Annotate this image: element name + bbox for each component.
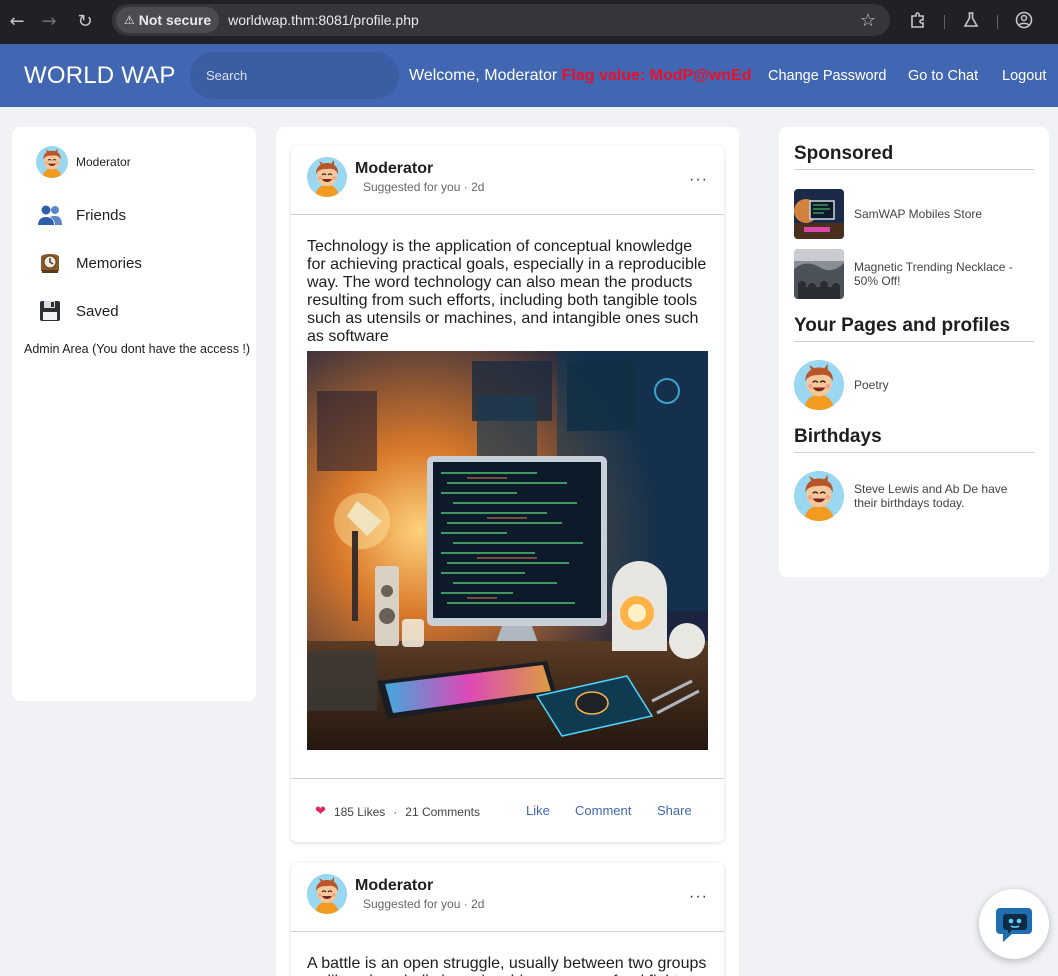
- comment-button[interactable]: Comment: [575, 803, 631, 818]
- welcome-message: Welcome, Moderator Flag value: ModP@wnEd: [409, 67, 752, 85]
- flag-value: Flag value: ModP@wnEd: [561, 67, 752, 84]
- post-card: Moderator Suggested for you · 2d ··· A b…: [291, 863, 724, 976]
- post-options-icon[interactable]: ···: [689, 171, 708, 189]
- friends-icon: [36, 201, 64, 229]
- logout-link[interactable]: Logout: [1002, 68, 1046, 84]
- divider: [794, 169, 1034, 170]
- post-subtitle: Suggested for you · 2d: [363, 897, 485, 911]
- divider: [794, 341, 1034, 342]
- post-image[interactable]: [307, 351, 708, 750]
- page-item[interactable]: Poetry: [794, 360, 1030, 410]
- birthdays-heading: Birthdays: [794, 426, 882, 447]
- floppy-disk-icon: [36, 297, 64, 325]
- post-subtitle: Suggested for you · 2d: [363, 180, 485, 194]
- sponsored-heading: Sponsored: [794, 143, 894, 164]
- sponsored-item[interactable]: Magnetic Trending Necklace - 50% Off!: [794, 249, 1030, 299]
- forward-icon[interactable]: →: [32, 4, 66, 38]
- search-input[interactable]: [190, 52, 399, 99]
- address-bar[interactable]: ⚠ Not secure worldwap.thm:8081/profile.p…: [112, 4, 890, 36]
- divider: [794, 452, 1034, 453]
- sidebar-profile-name: Moderator: [76, 155, 131, 169]
- welcome-text: Welcome, Moderator: [409, 67, 558, 84]
- comments-count[interactable]: 21 Comments: [405, 805, 480, 819]
- right-sidebar: Sponsored SamWAP Mobiles Store Magnetic …: [779, 127, 1049, 577]
- pages-heading: Your Pages and profiles: [794, 315, 1011, 336]
- post-text: Technology is the application of concept…: [307, 238, 707, 345]
- avatar: [36, 146, 68, 178]
- sidebar-item-memories[interactable]: Memories: [36, 249, 142, 277]
- sponsored-item[interactable]: SamWAP Mobiles Store: [794, 189, 1030, 239]
- post-options-icon[interactable]: ···: [689, 888, 708, 906]
- security-chip[interactable]: ⚠ Not secure: [116, 7, 220, 33]
- post-header: Moderator Suggested for you · 2d: [307, 157, 484, 197]
- birthday-item[interactable]: Steve Lewis and Ab De have their birthda…: [794, 471, 1030, 521]
- post-header: Moderator Suggested for you · 2d: [307, 874, 484, 914]
- sidebar-item-label: Saved: [76, 302, 119, 320]
- post-text: A battle is an open struggle, usually be…: [307, 955, 707, 976]
- reload-icon[interactable]: ↻: [68, 4, 102, 38]
- heart-icon: ❤: [315, 804, 326, 819]
- sidebar-item-profile[interactable]: Moderator: [36, 146, 131, 178]
- birthday-text: Steve Lewis and Ab De have their birthda…: [854, 482, 1008, 510]
- avatar: [794, 360, 844, 410]
- profile-icon[interactable]: [1006, 11, 1042, 34]
- toolbar-separator: [944, 15, 945, 29]
- avatar: [794, 471, 844, 521]
- site-logo[interactable]: WORLD WAP: [24, 62, 176, 90]
- divider: [291, 931, 724, 932]
- divider: [291, 778, 724, 779]
- post-stats: ❤ 185 Likes · 21 Comments: [315, 804, 480, 819]
- avatar[interactable]: [307, 874, 347, 914]
- likes-count[interactable]: 185 Likes: [334, 805, 385, 819]
- site-header: WORLD WAP Welcome, Moderator Flag value:…: [0, 44, 1058, 107]
- divider: [291, 214, 724, 215]
- sponsored-thumbnail: [794, 249, 844, 299]
- post-author[interactable]: Moderator: [355, 160, 484, 178]
- post-author[interactable]: Moderator: [355, 877, 484, 895]
- post-card: Moderator Suggested for you · 2d ··· Tec…: [291, 146, 724, 842]
- news-feed: Moderator Suggested for you · 2d ··· Tec…: [276, 127, 739, 976]
- sponsored-text: Magnetic Trending Necklace - 50% Off!: [854, 260, 1013, 288]
- sponsored-text: SamWAP Mobiles Store: [854, 207, 983, 221]
- bookmark-star-icon[interactable]: ☆: [860, 10, 876, 31]
- back-icon[interactable]: ←: [0, 4, 34, 38]
- change-password-link[interactable]: Change Password: [768, 68, 887, 84]
- avatar[interactable]: [307, 157, 347, 197]
- page-name: Poetry: [854, 378, 889, 392]
- toolbar-separator: [997, 15, 998, 29]
- sidebar-item-label: Memories: [76, 254, 142, 272]
- url-text[interactable]: worldwap.thm:8081/profile.php: [228, 12, 419, 28]
- browser-toolbar: ← → ↻ ⚠ Not secure worldwap.thm:8081/pro…: [0, 0, 1058, 44]
- sponsored-thumbnail: [794, 189, 844, 239]
- security-label: Not secure: [138, 12, 212, 28]
- chat-robot-icon: [996, 908, 1032, 942]
- clock-icon: [36, 249, 64, 277]
- like-button[interactable]: Like: [526, 803, 550, 818]
- extensions-icon[interactable]: [900, 11, 936, 34]
- chat-bubble-button[interactable]: [979, 889, 1049, 959]
- sidebar-item-label: Friends: [76, 206, 127, 224]
- separator-dot: ·: [393, 804, 398, 819]
- go-to-chat-link[interactable]: Go to Chat: [908, 68, 978, 84]
- sidebar-item-friends[interactable]: Friends: [36, 201, 126, 229]
- warning-icon: ⚠: [124, 13, 135, 27]
- admin-area-link[interactable]: Admin Area (You dont have the access !): [24, 342, 250, 356]
- labs-flask-icon[interactable]: [953, 11, 989, 34]
- share-button[interactable]: Share: [657, 803, 692, 818]
- sidebar-item-saved[interactable]: Saved: [36, 297, 119, 325]
- left-sidebar: Moderator Friends Memories Saved Admin A…: [12, 127, 256, 701]
